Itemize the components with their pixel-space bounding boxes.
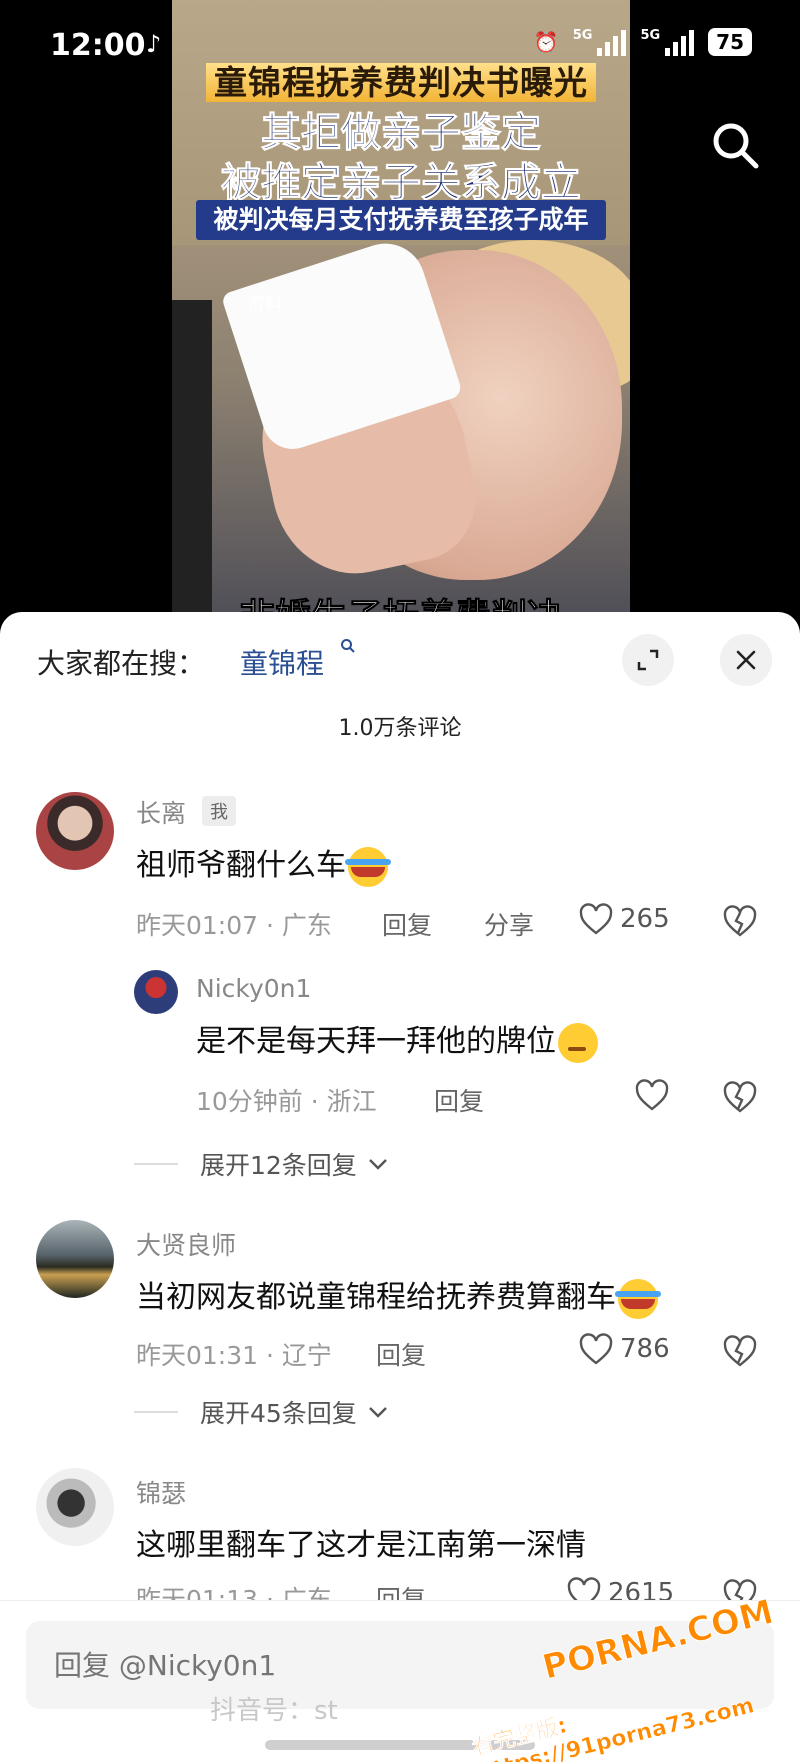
comment-count: 1.0万条评论 bbox=[338, 716, 462, 741]
author-badge: 我 bbox=[202, 796, 236, 826]
search-icon[interactable] bbox=[708, 118, 764, 174]
comment-text: 是不是每天拜一拜他的牌位 bbox=[196, 1016, 598, 1063]
video-tag: 资料 bbox=[247, 294, 283, 315]
comment-text: 当初网友都说童锦程给抚养费算翻车 bbox=[136, 1272, 661, 1319]
avatar[interactable] bbox=[36, 792, 114, 870]
heart-icon bbox=[579, 1333, 613, 1365]
dislike-heart-icon[interactable] bbox=[722, 1080, 758, 1118]
crying-emoji-icon bbox=[345, 846, 391, 887]
chevron-down-icon bbox=[368, 1159, 387, 1170]
avatar[interactable] bbox=[134, 970, 178, 1014]
heart-icon bbox=[635, 1079, 669, 1111]
close-button[interactable] bbox=[720, 634, 772, 686]
status-indicators: ⏰ 5G 5G 75 bbox=[534, 28, 752, 56]
reply-button[interactable]: 回复 bbox=[376, 1336, 426, 1372]
share-button[interactable]: 分享 bbox=[484, 906, 534, 942]
battery-icon: 75 bbox=[708, 28, 752, 56]
heart-icon bbox=[579, 903, 613, 935]
tiktok-icon: ♪ bbox=[146, 30, 162, 58]
status-time: 12:00 bbox=[50, 28, 146, 63]
trending-search-term[interactable]: 童锦程 bbox=[240, 642, 324, 682]
comment-text: 这哪里翻车了这才是江南第一深情 bbox=[136, 1528, 586, 1563]
expand-replies-button[interactable]: 展开45条回复 bbox=[134, 1394, 389, 1430]
avatar[interactable] bbox=[36, 1468, 114, 1546]
signal-icon-2: 5G bbox=[640, 28, 695, 56]
comment-time-location: 昨天01:31 · 辽宁 bbox=[136, 1341, 332, 1370]
chevron-down-icon bbox=[368, 1407, 387, 1418]
dislike-heart-icon[interactable] bbox=[722, 904, 758, 942]
smirk-emoji-icon bbox=[558, 1022, 598, 1063]
sheet-header: 大家都在搜： 童锦程 bbox=[0, 612, 800, 702]
dislike-heart-icon[interactable] bbox=[722, 1334, 758, 1372]
comment-username[interactable]: 锦瑟 bbox=[136, 1474, 186, 1510]
trending-search-label: 大家都在搜： bbox=[37, 647, 206, 680]
comment-time-location: 10分钟前 · 浙江 bbox=[196, 1087, 377, 1116]
expand-replies-label: 展开12条回复 bbox=[200, 1151, 357, 1180]
avatar[interactable] bbox=[36, 1220, 114, 1298]
comment-username[interactable]: 长离 bbox=[136, 794, 186, 830]
expand-button[interactable] bbox=[622, 634, 674, 686]
video-caption-line-4: 被判决每月支付抚养费至孩子成年 bbox=[196, 200, 606, 240]
like-count: 265 bbox=[620, 904, 670, 934]
video-player[interactable]: 童锦程抚养费判决书曝光 其拒做亲子鉴定 被推定亲子关系成立 被判决每月支付抚养费… bbox=[172, 0, 630, 640]
expand-replies-button[interactable]: 展开12条回复 bbox=[134, 1146, 389, 1182]
crying-emoji-icon bbox=[615, 1278, 661, 1319]
expand-replies-label: 展开45条回复 bbox=[200, 1399, 357, 1428]
alarm-icon: ⏰ bbox=[533, 30, 559, 54]
signal-icon: 5G bbox=[573, 28, 627, 56]
search-small-icon bbox=[340, 638, 356, 659]
close-icon bbox=[736, 650, 756, 670]
douyin-watermark: 抖音号：st bbox=[210, 1696, 338, 1726]
expand-icon bbox=[637, 649, 659, 671]
like-button[interactable]: 265 bbox=[578, 902, 670, 936]
comment-username[interactable]: 大贤良师 bbox=[136, 1226, 236, 1262]
like-button[interactable]: 786 bbox=[578, 1332, 670, 1366]
comment-sheet: 大家都在搜： 童锦程 1.0万条评论 长离 我 祖师爷翻什么车 昨天01:07 … bbox=[0, 612, 800, 1762]
comment-username[interactable]: Nicky0n1 bbox=[196, 974, 311, 1003]
comment-text: 祖师爷翻什么车 bbox=[136, 840, 391, 887]
reply-button[interactable]: 回复 bbox=[434, 1082, 484, 1118]
like-button[interactable] bbox=[634, 1078, 670, 1112]
like-count: 786 bbox=[620, 1334, 670, 1364]
reply-button[interactable]: 回复 bbox=[382, 906, 432, 942]
status-bar: 12:00 ♪ ⏰ 5G 5G 75 bbox=[0, 0, 800, 92]
comment-time-location: 昨天01:07 · 广东 bbox=[136, 911, 332, 940]
